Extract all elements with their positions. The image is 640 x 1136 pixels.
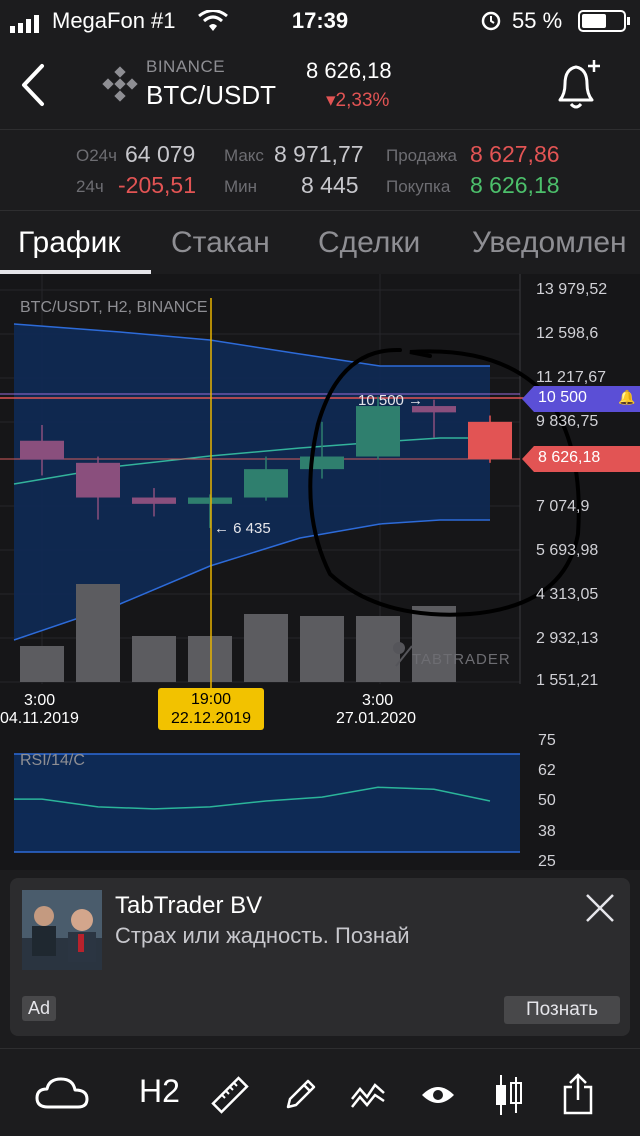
indicators-icon[interactable] <box>350 1077 386 1116</box>
volume-bar <box>412 606 456 682</box>
exchange-name: BINANCE <box>146 57 226 76</box>
battery-icon <box>578 10 632 38</box>
ad-badge: Ad <box>22 996 57 1021</box>
ruler-icon[interactable] <box>210 1075 250 1120</box>
alarm-icon <box>480 9 502 37</box>
y-tick: 9 836,75 <box>536 413 599 430</box>
price-change: ▾2,33% <box>326 90 390 111</box>
rsi-band <box>14 754 520 852</box>
rsi-tick: 38 <box>538 823 556 840</box>
watermark-text: TABTRADER <box>412 651 511 668</box>
low-marker-text: ← 6 435 <box>214 520 271 537</box>
sell-value: 8 627,86 <box>470 141 560 167</box>
volume-bar <box>188 636 232 682</box>
volume-value: 64 079 <box>125 141 196 167</box>
market-stats: O24ч 64 079 24ч -205,51 Макс 8 971,77 Ми… <box>0 131 640 211</box>
sell-label: Продажа <box>386 146 457 165</box>
pair-name: BTC/USDT <box>146 80 276 110</box>
max-label: Макс <box>224 146 264 165</box>
max-value: 8 971,77 <box>274 141 364 167</box>
candle <box>468 415 512 463</box>
last-price-label: 8 626,18 <box>538 449 601 466</box>
ad-thumbnail-image[interactable] <box>22 890 102 970</box>
tab-orderbook[interactable]: Стакан <box>171 226 270 260</box>
buy-value: 8 626,18 <box>470 172 560 198</box>
bell-icon: 🔔 <box>618 389 636 405</box>
ad-cta-button[interactable]: Познать <box>504 996 620 1024</box>
chart-legend: BTC/USDT, H2, BINANCE <box>20 299 208 316</box>
bottom-toolbar: H2 <box>0 1048 640 1136</box>
x-right-date: 27.01.2020 <box>336 710 417 727</box>
ad-banner[interactable]: TabTrader BV Страх или жадность. Познай … <box>10 878 630 1036</box>
volume-bar <box>20 646 64 682</box>
crosshair-time: 19:00 <box>190 691 232 708</box>
volume-bar <box>244 614 288 682</box>
y-tick: 4 313,05 <box>536 586 599 603</box>
crosshair-date: 22.12.2019 <box>170 710 252 727</box>
tab-chart[interactable]: График <box>18 226 121 260</box>
rsi-legend: RSI/14/C <box>20 752 85 769</box>
y-tick: 7 074,9 <box>536 498 590 515</box>
alert-marker-text: 10 500 → <box>358 392 424 409</box>
y-tick: 13 979,52 <box>536 281 608 298</box>
binance-logo-icon <box>102 66 138 107</box>
tab-trades[interactable]: Сделки <box>318 226 420 260</box>
volume-bar <box>76 584 120 682</box>
status-bar: MegaFon #1 17:39 55 % <box>0 0 640 40</box>
chart-area[interactable]: BTC/USDT, H2, BINANCE 13 979,52 12 598,6… <box>0 274 640 870</box>
change24-label: 24ч <box>76 177 104 196</box>
rsi-tick: 25 <box>538 853 556 870</box>
x-left-date: 04.11.2019 <box>0 710 79 727</box>
share-icon[interactable] <box>562 1073 594 1120</box>
rsi-tick: 50 <box>538 792 556 809</box>
ad-title: TabTrader BV <box>115 892 263 919</box>
rsi-tick: 75 <box>538 732 556 749</box>
x-right-time: 3:00 <box>362 692 394 709</box>
eye-icon[interactable] <box>420 1083 456 1112</box>
last-price: 8 626,18 <box>306 58 392 83</box>
volume-bars <box>20 584 456 682</box>
y-tick: 5 693,98 <box>536 542 599 559</box>
buy-label: Покупка <box>386 177 451 196</box>
tab-bar: График Стакан Сделки Уведомлен <box>0 212 640 274</box>
volume-label: O24ч <box>76 146 117 165</box>
alert-price-tag[interactable]: 10 500 🔔 <box>522 386 640 412</box>
tab-alerts[interactable]: Уведомлен <box>472 226 627 260</box>
alert-price-label: 10 500 <box>538 389 587 406</box>
add-alert-bell-icon[interactable] <box>552 56 606 119</box>
volume-bar <box>132 636 176 682</box>
battery-percent: 55 % <box>512 8 563 33</box>
cloud-icon[interactable] <box>34 1075 90 1116</box>
min-label: Мин <box>224 177 258 196</box>
y-tick: 12 598,6 <box>536 325 599 342</box>
change24-value: -205,51 <box>118 172 197 198</box>
y-tick: 1 551,21 <box>536 672 599 689</box>
candlestick-icon[interactable] <box>494 1073 524 1122</box>
y-tick: 2 932,13 <box>536 630 599 647</box>
ad-text: Страх или жадность. Познай <box>115 923 410 948</box>
pair-header: BINANCE BTC/USDT 8 626,18 ▾2,33% <box>0 40 640 130</box>
y-tick: 11 217,67 <box>536 369 606 386</box>
x-left-time: 3:00 <box>24 692 56 709</box>
timeframe-button[interactable]: H2 <box>139 1073 180 1110</box>
min-value: 8 445 <box>301 172 359 198</box>
back-icon[interactable] <box>14 62 54 108</box>
pencil-icon[interactable] <box>282 1075 318 1118</box>
rsi-tick: 62 <box>538 762 556 779</box>
last-price-tag: 8 626,18 <box>522 446 640 472</box>
volume-bar <box>300 616 344 682</box>
crosshair-date-label: 19:00 22.12.2019 <box>158 688 264 730</box>
close-icon[interactable] <box>584 892 616 929</box>
